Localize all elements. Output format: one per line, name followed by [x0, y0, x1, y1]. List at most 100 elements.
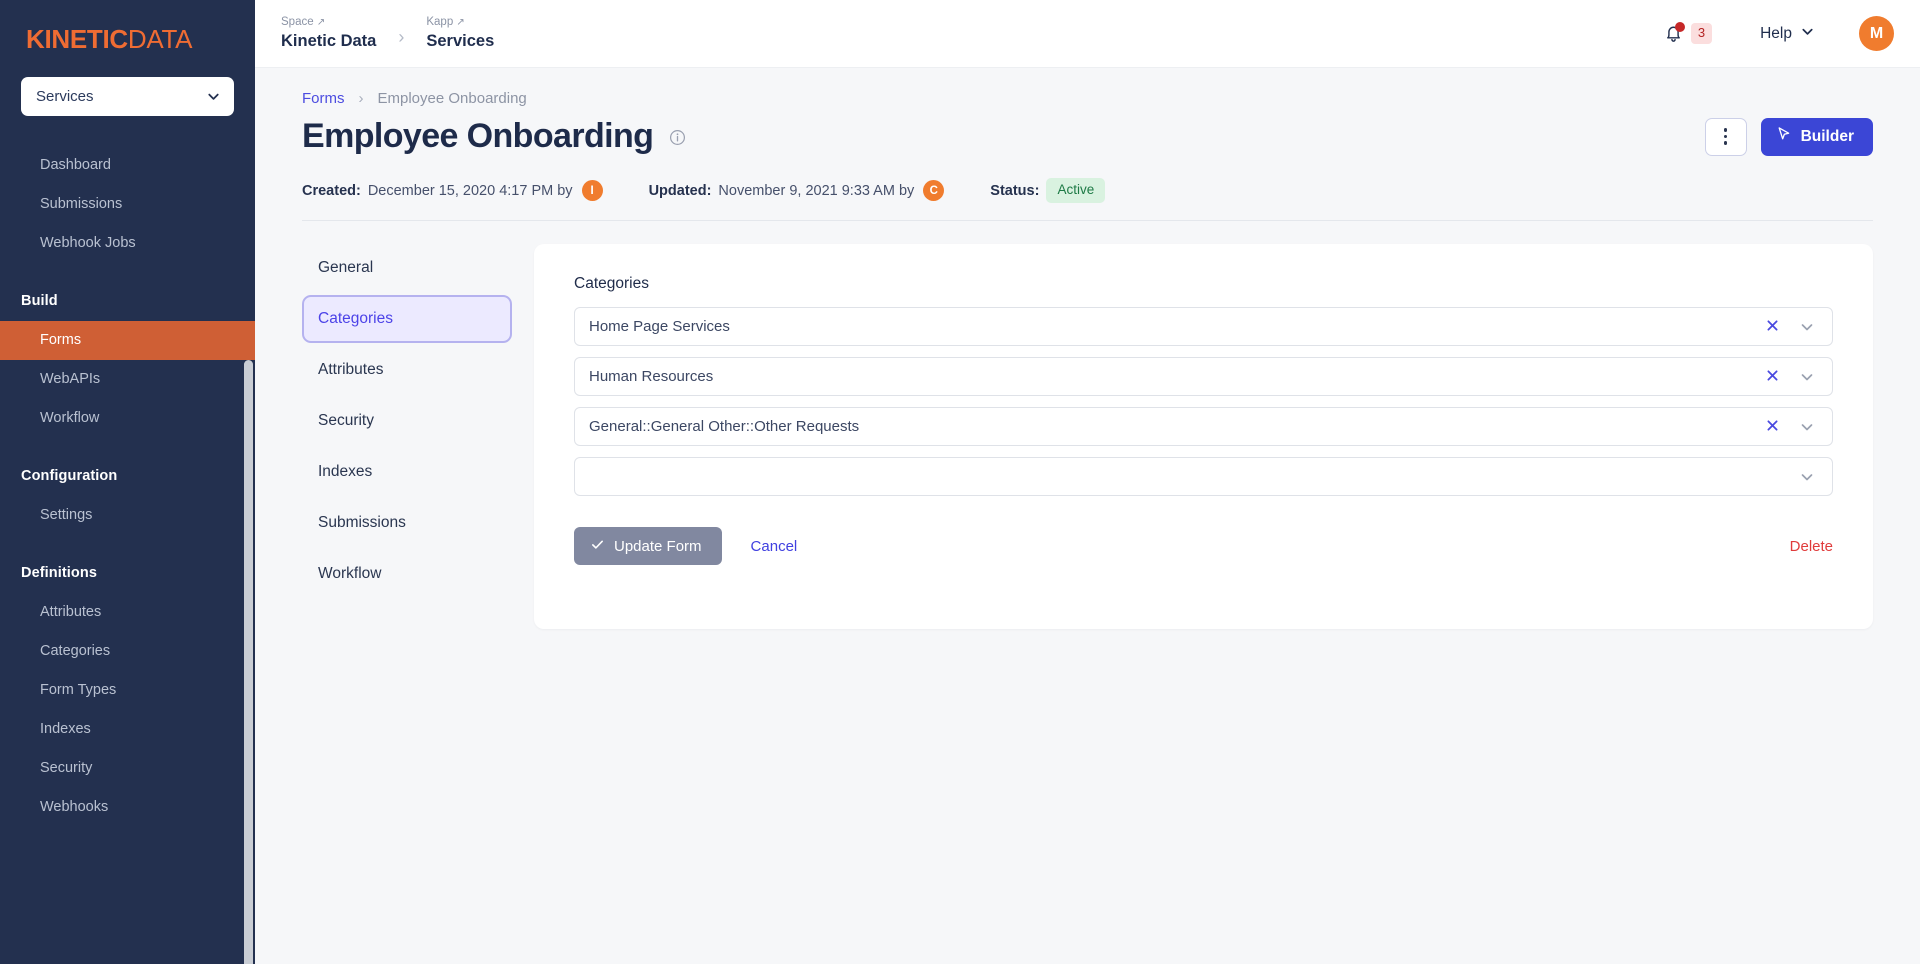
- sidebar-group-title: Definitions: [21, 565, 98, 582]
- category-field[interactable]: Human Resources: [574, 357, 1833, 397]
- update-form-label: Update Form: [614, 537, 702, 555]
- notification-count-badge: 3: [1690, 23, 1713, 44]
- help-label: Help: [1760, 24, 1792, 42]
- breadcrumb-separator: ›: [398, 26, 405, 47]
- settings-tabs: General Categories Attributes Security Index…: [302, 244, 534, 629]
- category-field[interactable]: [574, 457, 1833, 497]
- breadcrumb-space[interactable]: Space ↗ Kinetic Data: [281, 15, 376, 52]
- breadcrumb-current: Employee Onboarding: [377, 90, 527, 107]
- sidebar-item-attributes[interactable]: Attributes: [0, 593, 255, 632]
- tab-general[interactable]: General: [302, 244, 512, 292]
- top-header: Space ↗ Kinetic Data › Kapp ↗ Services 3…: [255, 0, 1920, 68]
- sidebar-item-categories[interactable]: Categories: [0, 632, 255, 671]
- logo-primary-text: KINETIC: [26, 24, 128, 54]
- close-icon[interactable]: [1765, 318, 1780, 336]
- kapp-selector[interactable]: Services: [21, 77, 234, 116]
- breadcrumb: Forms › Employee Onboarding: [302, 90, 1873, 107]
- sidebar-group-title: Activity: [0, 134, 255, 146]
- chevron-down-icon: [1800, 24, 1815, 44]
- sidebar-item-webhooks[interactable]: Webhooks: [0, 788, 255, 827]
- sidebar-item-settings[interactable]: Settings: [0, 496, 255, 535]
- tab-indexes[interactable]: Indexes: [302, 448, 512, 496]
- panel-actions: Update Form Cancel Delete: [574, 527, 1833, 566]
- status-badge: Active: [1046, 178, 1106, 204]
- update-form-button[interactable]: Update Form: [574, 527, 722, 566]
- notifications-button[interactable]: 3: [1659, 19, 1716, 49]
- category-field[interactable]: Home Page Services: [574, 307, 1833, 347]
- settings-body: General Categories Attributes Security Index…: [302, 244, 1873, 630]
- close-icon[interactable]: [1765, 368, 1780, 386]
- kapp-selector-value: Services: [36, 88, 94, 105]
- breadcrumb-space-kicker: Space ↗: [281, 16, 326, 29]
- tab-attributes[interactable]: Attributes: [302, 346, 512, 394]
- external-link-icon: ↗: [316, 17, 326, 29]
- close-icon[interactable]: [1765, 418, 1780, 436]
- more-options-icon[interactable]: [1704, 117, 1747, 156]
- page-content: Forms › Employee Onboarding Employee Onb…: [255, 68, 1920, 964]
- breadcrumb-kapp-value: Services: [426, 31, 495, 50]
- sidebar-item-forms[interactable]: Forms: [0, 321, 255, 361]
- help-menu-button[interactable]: Help: [1760, 24, 1815, 44]
- user-avatar[interactable]: M: [1859, 16, 1894, 51]
- external-link-icon: ↗: [456, 17, 465, 29]
- category-field[interactable]: General::General Other::Other Requests: [574, 407, 1833, 447]
- breadcrumb-kapp-kicker: Kapp ↗: [426, 16, 465, 29]
- status-meta: Status: Active: [990, 178, 1106, 204]
- breadcrumb-kapp[interactable]: Kapp ↗ Services: [426, 15, 494, 52]
- sidebar-scrollbar-track[interactable]: [244, 180, 254, 964]
- tab-workflow[interactable]: Workflow: [302, 550, 512, 598]
- builder-button[interactable]: Builder: [1760, 117, 1873, 156]
- cancel-button[interactable]: Cancel: [751, 538, 798, 555]
- sidebar-item-dashboard[interactable]: Dashboard: [0, 146, 255, 185]
- category-field-value: Human Resources: [589, 368, 714, 386]
- app-root: KINETICDATA Services ActivityDashboardSu…: [0, 0, 1920, 964]
- page-actions: Builder: [1704, 117, 1873, 156]
- page-header-row: Employee Onboarding Builder: [302, 117, 1873, 156]
- notification-alert-dot: [1674, 21, 1685, 32]
- breadcrumb-forms-link[interactable]: Forms: [302, 90, 345, 107]
- sidebar-group-title: Configuration: [21, 468, 118, 485]
- created-value: December 15, 2020 4:17 PM by: [367, 182, 573, 199]
- breadcrumb-chevron-icon: ›: [358, 90, 364, 107]
- category-field-value: General::General Other::Other Requests: [589, 418, 860, 436]
- chevron-down-icon[interactable]: [1799, 419, 1815, 435]
- chevron-down-icon[interactable]: [1799, 469, 1815, 485]
- tab-submissions[interactable]: Submissions: [302, 499, 512, 547]
- header-actions: 3 Help M: [1659, 16, 1894, 51]
- sidebar-item-form-types[interactable]: Form Types: [0, 671, 255, 710]
- cursor-arrow-icon: [1776, 126, 1792, 147]
- sidebar-item-submissions[interactable]: Submissions: [0, 185, 255, 224]
- status-label: Status:: [990, 182, 1040, 199]
- chevron-down-icon: [206, 89, 221, 104]
- check-icon: [590, 537, 605, 556]
- created-meta: Created: December 15, 2020 4:17 PM by I: [302, 180, 603, 202]
- sidebar-item-webapis[interactable]: WebAPIs: [0, 360, 255, 399]
- updated-value: November 9, 2021 9:33 AM by: [718, 182, 915, 199]
- page-title: Employee Onboarding: [302, 117, 654, 155]
- sidebar: KINETICDATA Services ActivityDashboardSu…: [0, 0, 255, 964]
- tab-categories[interactable]: Categories: [302, 295, 512, 344]
- category-field-value: Home Page Services: [589, 318, 730, 336]
- builder-button-label: Builder: [1800, 127, 1854, 145]
- chevron-down-icon[interactable]: [1799, 369, 1815, 385]
- created-label: Created:: [302, 182, 361, 199]
- breadcrumb-space-value: Kinetic Data: [281, 31, 377, 50]
- chevron-down-icon[interactable]: [1799, 319, 1815, 335]
- app-logo[interactable]: KINETICDATA: [0, 0, 255, 77]
- sidebar-item-webhook-jobs[interactable]: Webhook Jobs: [0, 224, 255, 263]
- form-metadata: Created: December 15, 2020 4:17 PM by I …: [302, 178, 1873, 222]
- info-icon[interactable]: [669, 129, 686, 151]
- sidebar-item-security[interactable]: Security: [0, 749, 255, 788]
- sidebar-item-workflow[interactable]: Workflow: [0, 399, 255, 438]
- updated-by-avatar[interactable]: C: [923, 180, 945, 202]
- main-region: Space ↗ Kinetic Data › Kapp ↗ Services 3…: [255, 0, 1920, 964]
- category-fields: Home Page Services Human Resources General…: [574, 307, 1833, 497]
- updated-meta: Updated: November 9, 2021 9:33 AM by C: [649, 180, 945, 202]
- created-by-avatar[interactable]: I: [581, 180, 603, 202]
- sidebar-group-title: Build: [21, 293, 58, 310]
- categories-section-label: Categories: [574, 275, 649, 293]
- tab-security[interactable]: Security: [302, 397, 512, 445]
- sidebar-item-indexes[interactable]: Indexes: [0, 710, 255, 749]
- delete-button[interactable]: Delete: [1790, 538, 1833, 555]
- sidebar-scrollbar-thumb[interactable]: [244, 360, 253, 964]
